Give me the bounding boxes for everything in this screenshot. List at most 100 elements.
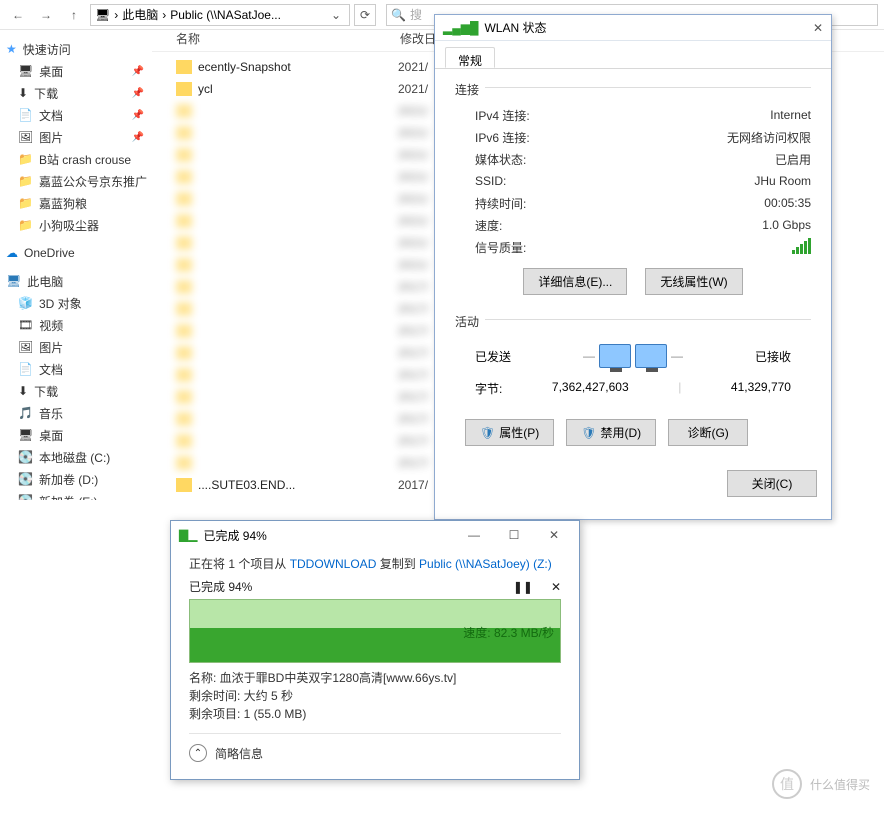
sidebar-item[interactable]: 🖥桌面📌 — [0, 60, 152, 82]
search-icon: 🔍 — [391, 8, 406, 22]
close-button[interactable]: ✕ — [537, 524, 571, 546]
pause-button[interactable]: ❚❚ — [513, 580, 533, 594]
sidebar-item[interactable]: 💽新加卷 (E:) — [0, 490, 152, 500]
drive-icon: 💽 — [18, 450, 33, 464]
sidebar-onedrive[interactable]: ☁OneDrive — [0, 242, 152, 264]
status-row: IPv6 连接:无网络访问权限 — [455, 126, 811, 148]
diagnose-button[interactable]: 诊断(G) — [668, 419, 748, 446]
col-name[interactable]: 名称 — [176, 30, 400, 51]
sidebar-item[interactable]: 📁B站 crash crouse — [0, 148, 152, 170]
folder-icon: 📁 — [18, 196, 33, 210]
address-dropdown-icon[interactable]: ⌄ — [327, 8, 345, 22]
sidebar-item[interactable]: 📁嘉蓝狗粮 — [0, 192, 152, 214]
onedrive-icon: ☁ — [6, 246, 18, 260]
pin-icon: 📌 — [132, 132, 144, 143]
sidebar-item[interactable]: ⬇下载 — [0, 380, 152, 402]
folder-icon — [176, 456, 192, 470]
copy-items-remaining: 剩余项目: 1 (55.0 MB) — [189, 705, 561, 723]
refresh-button[interactable]: ⟳ — [354, 4, 376, 26]
monitor-icon — [635, 344, 667, 368]
copy-item-name: 名称: 血浓于罪BD中英双字1280高清[www.66ys.tv] — [189, 669, 561, 687]
folder-icon — [176, 214, 192, 228]
sidebar-item[interactable]: 🎞视频 — [0, 314, 152, 336]
disable-button[interactable]: 🛡禁用(D) — [566, 419, 656, 446]
folder-icon — [176, 126, 192, 140]
this-pc-icon: 🖥 — [6, 274, 21, 288]
tab-general[interactable]: 常规 — [445, 47, 495, 68]
breadcrumb-parent[interactable]: 此电脑 — [122, 6, 158, 23]
folder-icon — [176, 280, 192, 294]
status-row: 媒体状态:已启用 — [455, 148, 811, 170]
close-dialog-button[interactable]: 关闭(C) — [727, 470, 817, 497]
forward-button[interactable]: → — [34, 3, 58, 27]
drive-icon: 📄 — [18, 362, 33, 376]
copy-progress-dialog: ▇▁ 已完成 94% — ☐ ✕ 正在将 1 个项目从 TDDOWNLOAD 复… — [170, 520, 580, 780]
folder-icon: 📁 — [18, 174, 33, 188]
breadcrumb-sep: › — [114, 8, 118, 22]
fewer-details-toggle[interactable]: ⌃ 简略信息 — [189, 733, 561, 762]
shield-icon: 🛡 — [480, 426, 495, 440]
sent-label: 已发送 — [475, 348, 511, 365]
details-button[interactable]: 详细信息(E)... — [523, 268, 627, 295]
wlan-title-text: WLAN 状态 — [484, 19, 546, 36]
this-pc-icon: 🖥 — [95, 8, 110, 22]
sidebar-item[interactable]: 🎵音乐 — [0, 402, 152, 424]
wireless-properties-button[interactable]: 无线属性(W) — [645, 268, 742, 295]
copy-source-link[interactable]: TDDOWNLOAD — [290, 557, 377, 571]
folder-icon: 📄 — [18, 108, 33, 122]
sidebar: ★快速访问 🖥桌面📌⬇下载📌📄文档📌🖼图片📌📁B站 crash crouse📁嘉… — [0, 30, 152, 500]
sidebar-item[interactable]: 💽本地磁盘 (C:) — [0, 446, 152, 468]
col-modified[interactable]: 修改日 — [400, 30, 436, 51]
back-button[interactable]: ← — [6, 3, 30, 27]
shield-icon: 🛡 — [581, 426, 596, 440]
status-row: 持续时间:00:05:35 — [455, 192, 811, 214]
address-bar[interactable]: 🖥 › 此电脑 › Public (\\NASatJoe... ⌄ — [90, 4, 350, 26]
sidebar-item[interactable]: 📄文档📌 — [0, 104, 152, 126]
sidebar-item[interactable]: 🖼图片📌 — [0, 126, 152, 148]
cancel-button[interactable]: ✕ — [551, 580, 561, 594]
bytes-label: 字节: — [475, 380, 502, 397]
drive-icon: 🖼 — [18, 340, 33, 354]
watermark-text: 什么值得买 — [810, 776, 870, 793]
minimize-button[interactable]: — — [457, 524, 491, 546]
signal-strength-icon — [791, 238, 811, 257]
wlan-titlebar[interactable]: ▂▄▆█ WLAN 状态 ✕ — [435, 15, 831, 41]
signal-icon: ▂▄▆█ — [443, 21, 478, 35]
folder-icon — [176, 478, 192, 492]
sidebar-item[interactable]: 📁小狗吸尘器 — [0, 214, 152, 236]
sidebar-item[interactable]: 🧊3D 对象 — [0, 292, 152, 314]
copy-dest-link[interactable]: Public (\\NASatJoey) (Z:) — [419, 557, 552, 571]
folder-icon — [176, 346, 192, 360]
sidebar-quick-access[interactable]: ★快速访问 — [0, 38, 152, 60]
bytes-sent-value: 7,362,427,603 — [552, 380, 629, 397]
sidebar-item[interactable]: ⬇下载📌 — [0, 82, 152, 104]
sidebar-item[interactable]: 🖥桌面 — [0, 424, 152, 446]
watermark-badge-icon: 值 — [772, 769, 802, 799]
status-row: IPv4 连接:Internet — [455, 104, 811, 126]
drive-icon: 🎵 — [18, 406, 33, 420]
breadcrumb-current[interactable]: Public (\\NASatJoe... — [170, 8, 281, 22]
sidebar-this-pc[interactable]: 🖥此电脑 — [0, 270, 152, 292]
status-row: 信号质量: — [455, 236, 811, 258]
properties-button[interactable]: 🛡属性(P) — [465, 419, 554, 446]
sidebar-item[interactable]: 💽新加卷 (D:) — [0, 468, 152, 490]
up-button[interactable]: ↑ — [62, 3, 86, 27]
watermark: 值 什么值得买 — [772, 769, 870, 799]
sidebar-item[interactable]: 📁嘉蓝公众号京东推广 — [0, 170, 152, 192]
speed-label: 速度: 82.3 MB/秒 — [463, 624, 554, 641]
maximize-button[interactable]: ☐ — [497, 524, 531, 546]
pin-icon: 📌 — [132, 88, 144, 99]
folder-icon — [176, 236, 192, 250]
sidebar-item[interactable]: 🖼图片 — [0, 336, 152, 358]
folder-icon — [176, 368, 192, 382]
sidebar-item[interactable]: 📄文档 — [0, 358, 152, 380]
copy-title-text: 已完成 94% — [203, 527, 266, 544]
folder-icon — [176, 434, 192, 448]
copy-percent-text: 已完成 94% — [189, 578, 252, 595]
close-button[interactable]: ✕ — [813, 21, 823, 35]
copy-titlebar[interactable]: ▇▁ 已完成 94% — ☐ ✕ — [171, 521, 579, 549]
status-row: 速度:1.0 Gbps — [455, 214, 811, 236]
drive-icon: 🧊 — [18, 296, 33, 310]
folder-icon — [176, 390, 192, 404]
wlan-status-dialog: ▂▄▆█ WLAN 状态 ✕ 常规 连接 IPv4 连接:InternetIPv… — [434, 14, 832, 520]
